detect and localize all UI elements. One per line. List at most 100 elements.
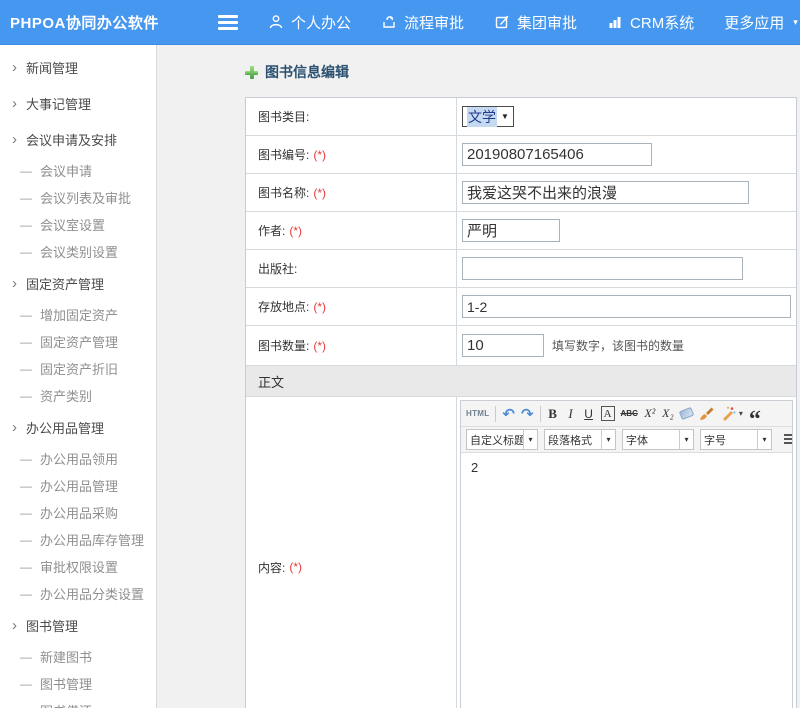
- sidebar-item-book-management[interactable]: — 图书管理: [0, 670, 156, 697]
- sidebar-item-meeting-apply[interactable]: — 会议申请: [0, 157, 156, 184]
- sidebar-item-supplies-purchase[interactable]: — 办公用品采购: [0, 499, 156, 526]
- quantity-input[interactable]: [462, 334, 544, 357]
- category-select[interactable]: 文学 ▼: [462, 106, 514, 127]
- item-label: 会议列表及审批: [40, 188, 131, 207]
- editor-italic-button[interactable]: I: [565, 404, 577, 424]
- sidebar-item-fixed-asset-depreciation[interactable]: — 固定资产折旧: [0, 355, 156, 382]
- item-label: 办公用品管理: [40, 476, 118, 495]
- book-name-input[interactable]: [462, 181, 749, 204]
- sidebar-item-meeting-category-settings[interactable]: — 会议类别设置: [0, 238, 156, 265]
- book-no-input[interactable]: [462, 143, 652, 166]
- dash-icon: —: [20, 335, 32, 349]
- sidebar-section-fixed-assets[interactable]: › 固定资产管理: [0, 265, 156, 301]
- item-label: 固定资产折旧: [40, 359, 118, 378]
- sidebar-section-news[interactable]: › 新闻管理: [0, 49, 156, 85]
- section-label: 会议申请及安排: [26, 130, 117, 149]
- editor-subscript-button[interactable]: X₂: [662, 404, 674, 424]
- sidebar-section-office-supplies[interactable]: › 办公用品管理: [0, 409, 156, 445]
- editor-magic-wand-icon[interactable]: [720, 404, 736, 424]
- editor-html-source-button[interactable]: HTML: [466, 404, 489, 424]
- editor-heading-select[interactable]: 自定义标题 ▾: [466, 429, 538, 450]
- sidebar-item-fixed-asset-management[interactable]: — 固定资产管理: [0, 328, 156, 355]
- chevron-right-icon: ›: [12, 276, 17, 291]
- sidebar-section-books[interactable]: › 图书管理: [0, 607, 156, 643]
- editor-justify-icon[interactable]: [784, 430, 792, 450]
- quantity-label: 图书数量: (*): [246, 326, 457, 365]
- required-mark: (*): [313, 186, 326, 200]
- nav-personal-office[interactable]: 个人办公: [268, 12, 351, 33]
- caret-down-icon: ▾: [523, 430, 537, 449]
- chevron-right-icon: ›: [12, 132, 17, 147]
- item-label: 图书管理: [40, 674, 92, 693]
- form-row-location: 存放地点: (*): [246, 288, 796, 326]
- caret-down-icon[interactable]: ▾: [739, 409, 743, 418]
- publisher-input[interactable]: [462, 257, 743, 280]
- item-label: 审批权限设置: [40, 557, 118, 576]
- item-label: 新建图书: [40, 647, 92, 666]
- sidebar-item-supplies-claim[interactable]: — 办公用品领用: [0, 445, 156, 472]
- editor-undo-icon[interactable]: ↶: [502, 404, 515, 424]
- sidebar-item-supplies-category-settings[interactable]: — 办公用品分类设置: [0, 580, 156, 607]
- editor-content-text: 2: [471, 460, 478, 475]
- editor-paragraph-format-select[interactable]: 段落格式 ▾: [544, 429, 616, 450]
- form-row-book-name: 图书名称: (*): [246, 174, 796, 212]
- nav-more-apps[interactable]: 更多应用 ▾: [724, 12, 798, 33]
- nav-crm-system[interactable]: CRM系统: [607, 12, 694, 33]
- category-select-value: 文学: [467, 107, 497, 127]
- editor-eraser-icon[interactable]: [680, 404, 693, 424]
- app-logo: PHPOA协同办公软件: [0, 12, 200, 33]
- author-label: 作者: (*): [246, 212, 457, 249]
- required-mark: (*): [313, 148, 326, 162]
- editor-underline-button[interactable]: U: [583, 404, 595, 424]
- nav-group-approval[interactable]: 集团审批: [494, 12, 577, 33]
- dash-icon: —: [20, 587, 32, 601]
- sidebar-item-add-fixed-asset[interactable]: — 增加固定资产: [0, 301, 156, 328]
- top-navigation: 个人办公 流程审批 集团审批 CRM系统 更多应用: [268, 12, 798, 33]
- sidebar-item-meeting-list-approval[interactable]: — 会议列表及审批: [0, 184, 156, 211]
- sidebar-item-book-borrow-return[interactable]: — 图书借还: [0, 697, 156, 708]
- editor-brush-icon[interactable]: [699, 404, 714, 424]
- book-edit-form: 图书类目: 文学 ▼ 图书编号: (*): [245, 97, 797, 708]
- section-label: 大事记管理: [26, 94, 91, 113]
- caret-down-icon: ▾: [679, 430, 693, 449]
- section-label: 固定资产管理: [26, 274, 104, 293]
- editor-content-area[interactable]: 2: [461, 453, 792, 708]
- dash-icon: —: [20, 506, 32, 520]
- required-mark: (*): [313, 339, 326, 353]
- editor-superscript-button[interactable]: X²: [644, 404, 656, 424]
- dash-icon: —: [20, 191, 32, 205]
- book-name-label: 图书名称: (*): [246, 174, 457, 211]
- topbar: PHPOA协同办公软件 个人办公 流程审批 集团审批: [0, 0, 800, 45]
- menu-icon[interactable]: [218, 15, 238, 30]
- sidebar-item-approval-permission-settings[interactable]: — 审批权限设置: [0, 553, 156, 580]
- location-input[interactable]: [462, 295, 791, 318]
- editor-strikethrough-button[interactable]: ABC: [621, 404, 638, 424]
- editor-font-family-select[interactable]: 字体 ▾: [622, 429, 694, 450]
- editor-bold-button[interactable]: B: [547, 404, 559, 424]
- sidebar-item-meeting-room-settings[interactable]: — 会议室设置: [0, 211, 156, 238]
- sidebar-item-supplies-inventory[interactable]: — 办公用品库存管理: [0, 526, 156, 553]
- dash-icon: —: [20, 479, 32, 493]
- sidebar-item-supplies-management[interactable]: — 办公用品管理: [0, 472, 156, 499]
- editor-redo-icon[interactable]: ↷: [521, 404, 534, 424]
- sidebar-section-meetings[interactable]: › 会议申请及安排: [0, 121, 156, 157]
- sidebar-item-asset-category[interactable]: — 资产类别: [0, 382, 156, 409]
- nav-workflow-approval[interactable]: 流程审批: [381, 12, 464, 33]
- quantity-hint: 填写数字，该图书的数量: [552, 337, 684, 354]
- sidebar-item-new-book[interactable]: — 新建图书: [0, 643, 156, 670]
- add-plus-icon: [245, 66, 258, 79]
- item-label: 固定资产管理: [40, 332, 118, 351]
- item-label: 办公用品分类设置: [40, 584, 144, 603]
- editor-font-size-select[interactable]: 字号 ▾: [700, 429, 772, 450]
- item-label: 办公用品库存管理: [40, 530, 144, 549]
- book-no-label: 图书编号: (*): [246, 136, 457, 173]
- dash-icon: —: [20, 362, 32, 376]
- author-input[interactable]: [462, 219, 560, 242]
- item-label: 会议类别设置: [40, 242, 118, 261]
- dash-icon: —: [20, 218, 32, 232]
- editor-font-color-button[interactable]: A: [601, 406, 615, 421]
- location-label: 存放地点: (*): [246, 288, 457, 325]
- editor-blockquote-icon[interactable]: “: [749, 405, 761, 423]
- bar-chart-icon: [607, 14, 623, 30]
- sidebar-section-memorabilia[interactable]: › 大事记管理: [0, 85, 156, 121]
